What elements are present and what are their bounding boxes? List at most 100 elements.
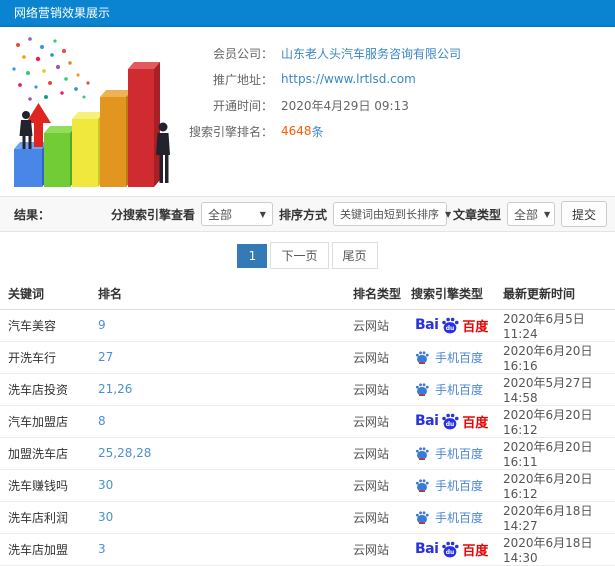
svg-text:du: du <box>446 421 455 428</box>
updated-cell: 2020年6月18日 14:30 <box>503 533 615 566</box>
mobile-baidu-label: 手机百度 <box>435 382 484 397</box>
mobile-baidu-label: 手机百度 <box>435 478 484 493</box>
article-type-select[interactable]: 全部 ▼ <box>506 202 555 226</box>
engine-rank-unit: 条 <box>311 124 324 139</box>
rank-type-cell: 云网站 <box>353 533 411 566</box>
chevron-down-icon: ▼ <box>259 209 266 219</box>
rank-cell: 25,28,28 <box>98 437 353 470</box>
promo-url-row: 推广地址： https://www.lrtlsd.com <box>185 66 461 92</box>
updated-cell: 2020年6月20日 16:11 <box>503 437 615 470</box>
open-time-value: 2020年4月29日 09:13 <box>281 98 409 113</box>
engine-rank-label: 搜索引擎排名： <box>188 124 273 139</box>
rank-link[interactable]: 30 <box>98 478 113 492</box>
baidu-logo: Bai du 百度 <box>411 540 503 559</box>
table-header-row: 关键词 排名 排名类型 搜索引擎类型 最新更新时间 <box>0 279 615 310</box>
table-row: 洗车店投资 21,26 云网站 手机百度 2020年5月27日 14:58 <box>0 373 615 406</box>
page-1-button[interactable]: 1 <box>237 243 268 268</box>
article-type-label: 文章类型 <box>452 207 501 222</box>
table-row: 洗车赚钱吗 30 云网站 手机百度 2020年6月20日 16:12 <box>0 469 615 502</box>
results-label: 结果： <box>14 207 51 222</box>
rank-cell: 27 <box>98 341 353 374</box>
filter-controls: 分搜索引擎查看 全部 ▼ 排序方式 关键词由短到长排序 ▼ 文章类型 全部 ▼ … <box>111 201 607 227</box>
rank-type-cell: 云网站 <box>353 309 411 342</box>
baidu-logo-text: Bai <box>415 541 439 557</box>
info-fields: 会员公司： 山东老人头汽车服务咨询有限公司 推广地址： https://www.… <box>185 27 461 193</box>
baidu-paw-icon <box>415 510 429 524</box>
rank-link[interactable]: 3 <box>98 542 106 556</box>
engine-rank-row: 搜索引擎排名： 4648 条 <box>185 118 461 144</box>
baidu-logo-cn: 百度 <box>462 543 489 559</box>
member-company-row: 会员公司： 山东老人头汽车服务咨询有限公司 <box>185 40 461 66</box>
svg-text:du: du <box>446 325 455 332</box>
next-page-button[interactable]: 下一页 <box>270 242 329 269</box>
last-page-button[interactable]: 尾页 <box>331 242 378 269</box>
updated-cell: 2020年6月20日 16:12 <box>503 405 615 438</box>
keyword-cell: 洗车店利润 <box>0 501 98 534</box>
updated-cell: 2020年6月20日 16:12 <box>503 469 615 502</box>
engine-cell: Bai du 百度 <box>411 533 503 566</box>
baidu-logo: Bai du 百度 <box>411 316 503 335</box>
table-row: 洗车店加盟 3 云网站 Bai du 百度 2020年6月18日 14:30 <box>0 533 615 566</box>
baidu-logo-cn: 百度 <box>462 415 489 431</box>
keyword-cell: 开洗车行 <box>0 341 98 374</box>
info-section: 会员公司： 山东老人头汽车服务咨询有限公司 推广地址： https://www.… <box>0 27 615 193</box>
mobile-baidu-logo: 手机百度 <box>411 509 503 526</box>
keyword-cell: 洗车店加盟 <box>0 533 98 566</box>
rank-type-cell: 云网站 <box>353 373 411 406</box>
rank-type-cell: 云网站 <box>353 437 411 470</box>
updated-cell: 2020年6月18日 14:27 <box>503 501 615 534</box>
rank-link[interactable]: 8 <box>98 414 106 428</box>
rank-link[interactable]: 9 <box>98 318 106 332</box>
mobile-baidu-label: 手机百度 <box>435 510 484 525</box>
mobile-baidu-label: 手机百度 <box>435 446 484 461</box>
rank-cell: 30 <box>98 501 353 534</box>
rank-cell: 9 <box>98 309 353 342</box>
col-keyword: 关键词 <box>0 279 98 310</box>
table-row: 汽车美容 9 云网站 Bai du 百度 2020年6月5日 11:24 <box>0 309 615 342</box>
engine-cell: 手机百度 <box>411 501 503 534</box>
baidu-logo: Bai du 百度 <box>411 412 503 431</box>
promo-url-link[interactable]: https://www.lrtlsd.com <box>281 72 416 86</box>
updated-cell: 2020年6月20日 16:16 <box>503 341 615 374</box>
engine-rank-count: 4648 <box>281 124 312 138</box>
rank-link[interactable]: 27 <box>98 350 113 364</box>
engine-cell: 手机百度 <box>411 437 503 470</box>
engine-filter-label: 分搜索引擎查看 <box>110 207 195 222</box>
rank-type-cell: 云网站 <box>353 405 411 438</box>
keyword-cell: 汽车美容 <box>0 309 98 342</box>
col-updated: 最新更新时间 <box>503 279 615 310</box>
rank-link[interactable]: 30 <box>98 510 113 524</box>
chevron-down-icon: ▼ <box>444 209 452 219</box>
baidu-paw-icon: du <box>442 317 459 333</box>
keyword-cell: 加盟洗车店 <box>0 437 98 470</box>
open-time-label: 开通时间： <box>212 98 273 113</box>
updated-cell: 2020年6月5日 11:24 <box>503 309 615 342</box>
article-type-select-value: 全部 <box>513 207 538 222</box>
open-time-row: 开通时间： 2020年4月29日 09:13 <box>185 92 461 118</box>
table-row: 开洗车行 27 云网站 手机百度 2020年6月20日 16:16 <box>0 341 615 374</box>
engine-cell: 手机百度 <box>411 341 503 374</box>
rank-link[interactable]: 21,26 <box>98 382 132 396</box>
baidu-logo-text: Bai <box>415 413 439 429</box>
engine-select[interactable]: 全部 ▼ <box>200 202 273 226</box>
rank-type-cell: 云网站 <box>353 341 411 374</box>
baidu-logo-text: Bai <box>415 317 439 333</box>
table-row: 汽车加盟店 8 云网站 Bai du 百度 2020年6月20日 16:12 <box>0 405 615 438</box>
engine-select-value: 全部 <box>207 207 232 222</box>
mobile-baidu-logo: 手机百度 <box>411 381 503 398</box>
page-title: 网络营销效果展示 <box>14 6 111 20</box>
engine-cell: Bai du 百度 <box>411 405 503 438</box>
sort-select[interactable]: 关键词由短到长排序 ▼ <box>332 202 451 226</box>
results-table: 关键词 排名 排名类型 搜索引擎类型 最新更新时间 汽车美容 9 云网站 Bai du 百… <box>0 279 615 566</box>
baidu-logo-cn: 百度 <box>462 319 489 335</box>
keyword-cell: 洗车店投资 <box>0 373 98 406</box>
member-company-link[interactable]: 山东老人头汽车服务咨询有限公司 <box>281 45 461 62</box>
table-row: 加盟洗车店 25,28,28 云网站 手机百度 2020年6月20日 16:11 <box>0 437 615 470</box>
keyword-cell: 汽车加盟店 <box>0 405 98 438</box>
rank-cell: 8 <box>98 405 353 438</box>
submit-button[interactable]: 提交 <box>560 201 607 227</box>
baidu-paw-icon: du <box>442 541 459 557</box>
mobile-baidu-label: 手机百度 <box>435 350 484 365</box>
rank-cell: 30 <box>98 469 353 502</box>
rank-link[interactable]: 25,28,28 <box>98 446 151 460</box>
